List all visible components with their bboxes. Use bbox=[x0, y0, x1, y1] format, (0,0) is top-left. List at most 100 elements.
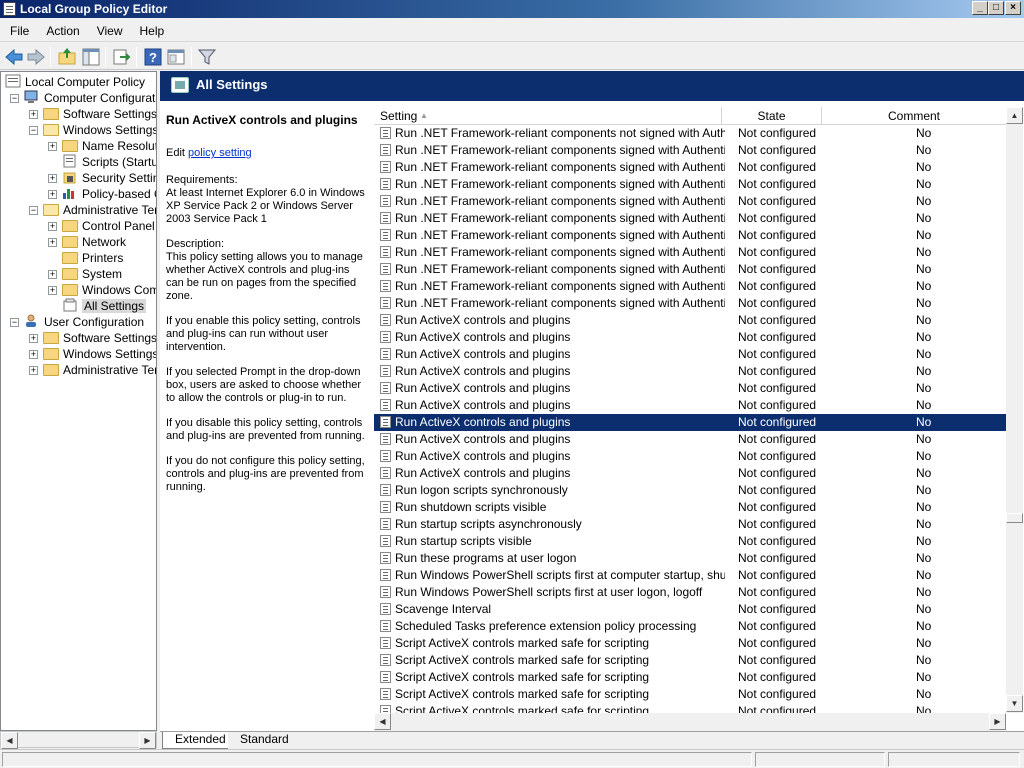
expand-toggle[interactable]: + bbox=[48, 222, 57, 231]
table-row[interactable]: Run ActiveX controls and plugins Not conf… bbox=[374, 380, 1006, 397]
filter-icon[interactable] bbox=[196, 46, 218, 68]
maximize-button[interactable]: □ bbox=[988, 1, 1004, 15]
collapse-toggle[interactable]: − bbox=[29, 206, 38, 215]
table-row[interactable]: Scavenge Interval Not configured No bbox=[374, 601, 1006, 618]
table-row[interactable]: Script ActiveX controls marked safe for … bbox=[374, 652, 1006, 669]
export-list-icon[interactable] bbox=[110, 46, 132, 68]
scroll-left-icon[interactable]: ◀ bbox=[1, 732, 18, 749]
expand-toggle[interactable]: + bbox=[29, 366, 38, 375]
table-row[interactable]: Run startup scripts visible Not configure… bbox=[374, 533, 1006, 550]
scroll-down-icon[interactable]: ▼ bbox=[1006, 695, 1023, 712]
tree-item-security-settings[interactable]: Security Setting bbox=[62, 170, 156, 186]
tree-item-computer-configuration[interactable]: Computer Configuration bbox=[24, 90, 156, 106]
table-row[interactable]: Run .NET Framework-reliant components si… bbox=[374, 210, 1006, 227]
edit-policy-link[interactable]: policy setting bbox=[188, 147, 252, 159]
tree-item-user-software-settings[interactable]: Software Settings bbox=[43, 330, 156, 346]
expand-toggle[interactable]: + bbox=[48, 142, 57, 151]
table-row[interactable]: Run these programs at user logon Not conf… bbox=[374, 550, 1006, 567]
table-row[interactable]: Run ActiveX controls and plugins Not conf… bbox=[374, 465, 1006, 482]
tree-item-windows-settings[interactable]: Windows Settings bbox=[43, 122, 156, 138]
table-row[interactable]: Run .NET Framework-reliant components si… bbox=[374, 176, 1006, 193]
tab-standard[interactable]: Standard bbox=[228, 732, 301, 749]
tree-item-system[interactable]: System bbox=[62, 266, 122, 282]
table-row[interactable]: Run .NET Framework-reliant components si… bbox=[374, 261, 1006, 278]
table-row[interactable]: Script ActiveX controls marked safe for … bbox=[374, 635, 1006, 652]
expand-toggle[interactable]: + bbox=[48, 286, 57, 295]
scroll-left-icon[interactable]: ◀ bbox=[374, 713, 391, 730]
back-icon[interactable] bbox=[3, 46, 25, 68]
table-row[interactable]: Run startup scripts asynchronously Not co… bbox=[374, 516, 1006, 533]
table-row[interactable]: Script ActiveX controls marked safe for … bbox=[374, 669, 1006, 686]
collapse-toggle[interactable]: − bbox=[10, 94, 19, 103]
table-row[interactable]: Run .NET Framework-reliant components si… bbox=[374, 193, 1006, 210]
column-header-comment[interactable]: Comment bbox=[822, 107, 1006, 125]
table-row[interactable]: Run ActiveX controls and plugins Not conf… bbox=[374, 363, 1006, 380]
tree-item-user-windows-settings[interactable]: Windows Settings bbox=[43, 346, 156, 362]
expand-toggle[interactable]: + bbox=[29, 110, 38, 119]
show-hide-tree-icon[interactable] bbox=[80, 46, 102, 68]
table-row[interactable]: Run .NET Framework-reliant components si… bbox=[374, 142, 1006, 159]
menu-file[interactable]: File bbox=[0, 20, 36, 38]
minimize-button[interactable]: _ bbox=[972, 1, 988, 15]
collapse-toggle[interactable]: − bbox=[29, 126, 38, 135]
table-row[interactable]: Run ActiveX controls and plugins Not conf… bbox=[374, 448, 1006, 465]
tree-item-administrative-templates[interactable]: Administrative Temp bbox=[43, 202, 156, 218]
menu-view[interactable]: View bbox=[87, 20, 130, 38]
table-row[interactable]: Run .NET Framework-reliant components no… bbox=[374, 125, 1006, 142]
menu-help[interactable]: Help bbox=[130, 20, 172, 38]
properties-icon[interactable] bbox=[165, 46, 187, 68]
table-row[interactable]: Scheduled Tasks preference extension pol… bbox=[374, 618, 1006, 635]
tree-horizontal-scrollbar[interactable]: ◀ ▶ bbox=[0, 731, 157, 749]
tree-item-user-administrative-templates[interactable]: Administrative Temp bbox=[43, 362, 156, 378]
menu-action[interactable]: Action bbox=[36, 20, 86, 38]
scroll-right-icon[interactable]: ▶ bbox=[989, 713, 1006, 730]
scroll-up-icon[interactable]: ▲ bbox=[1006, 107, 1023, 124]
table-row[interactable]: Run .NET Framework-reliant components si… bbox=[374, 278, 1006, 295]
table-row[interactable]: Run Windows PowerShell scripts first at … bbox=[374, 567, 1006, 584]
expand-toggle[interactable]: + bbox=[48, 174, 57, 183]
tree-item-windows-components[interactable]: Windows Comp bbox=[62, 282, 156, 298]
table-row[interactable]: Run .NET Framework-reliant components si… bbox=[374, 159, 1006, 176]
title-bar[interactable]: Local Group Policy Editor _ □ × bbox=[0, 0, 1024, 18]
table-row[interactable]: Run ActiveX controls and plugins Not conf… bbox=[374, 431, 1006, 448]
list-horizontal-scrollbar[interactable]: ◀ ▶ bbox=[374, 713, 1006, 731]
tree-item-network[interactable]: Network bbox=[62, 234, 126, 250]
collapse-toggle[interactable]: − bbox=[10, 318, 19, 327]
tree-item-user-configuration[interactable]: User Configuration bbox=[24, 314, 144, 330]
expand-toggle[interactable]: + bbox=[48, 190, 57, 199]
column-header-state[interactable]: State bbox=[722, 107, 822, 125]
scroll-right-icon[interactable]: ▶ bbox=[139, 732, 156, 749]
expand-toggle[interactable]: + bbox=[48, 270, 57, 279]
column-header-setting[interactable]: Setting ▲ bbox=[374, 107, 722, 125]
table-row[interactable]: Run ActiveX controls and plugins Not conf… bbox=[374, 397, 1006, 414]
table-row[interactable]: Run ActiveX controls and plugins Not conf… bbox=[374, 329, 1006, 346]
table-row[interactable]: Run .NET Framework-reliant components si… bbox=[374, 227, 1006, 244]
table-row[interactable]: Run .NET Framework-reliant components si… bbox=[374, 244, 1006, 261]
table-row[interactable]: Run .NET Framework-reliant components si… bbox=[374, 295, 1006, 312]
table-row[interactable]: Run ActiveX controls and plugins Not conf… bbox=[374, 346, 1006, 363]
up-folder-icon[interactable] bbox=[56, 46, 78, 68]
table-row[interactable]: Script ActiveX controls marked safe for … bbox=[374, 686, 1006, 703]
tree-item-all-settings[interactable]: All Settings bbox=[62, 298, 147, 314]
table-row[interactable]: Run logon scripts synchronously Not confi… bbox=[374, 482, 1006, 499]
scroll-thumb[interactable] bbox=[1006, 513, 1023, 523]
forward-icon[interactable] bbox=[25, 46, 47, 68]
tree-item-printers[interactable]: Printers bbox=[62, 250, 123, 266]
close-button[interactable]: × bbox=[1005, 1, 1021, 15]
table-row[interactable]: Run ActiveX controls and plugins Not conf… bbox=[374, 414, 1006, 431]
tree-item-software-settings[interactable]: Software Settings bbox=[43, 106, 156, 122]
list-vertical-scrollbar[interactable]: ▲ ▼ bbox=[1006, 107, 1023, 713]
expand-toggle[interactable]: + bbox=[29, 350, 38, 359]
tree-item-local-computer-policy[interactable]: Local Computer Policy bbox=[5, 74, 145, 90]
table-row[interactable]: Run shutdown scripts visible Not configur… bbox=[374, 499, 1006, 516]
table-row[interactable]: Run Windows PowerShell scripts first at … bbox=[374, 584, 1006, 601]
tree-item-policy-based-qos[interactable]: Policy-based Q bbox=[62, 186, 156, 202]
expand-toggle[interactable]: + bbox=[29, 334, 38, 343]
tree-item-scripts[interactable]: Scripts (Startup bbox=[62, 154, 156, 170]
tree-item-control-panel[interactable]: Control Panel bbox=[62, 218, 155, 234]
help-icon[interactable]: ? bbox=[142, 46, 164, 68]
expand-toggle[interactable]: + bbox=[48, 238, 57, 247]
tree-item-name-resolution[interactable]: Name Resolutic bbox=[62, 138, 156, 154]
table-row[interactable]: Run ActiveX controls and plugins Not conf… bbox=[374, 312, 1006, 329]
table-row[interactable]: Script ActiveX controls marked safe for … bbox=[374, 703, 1006, 713]
